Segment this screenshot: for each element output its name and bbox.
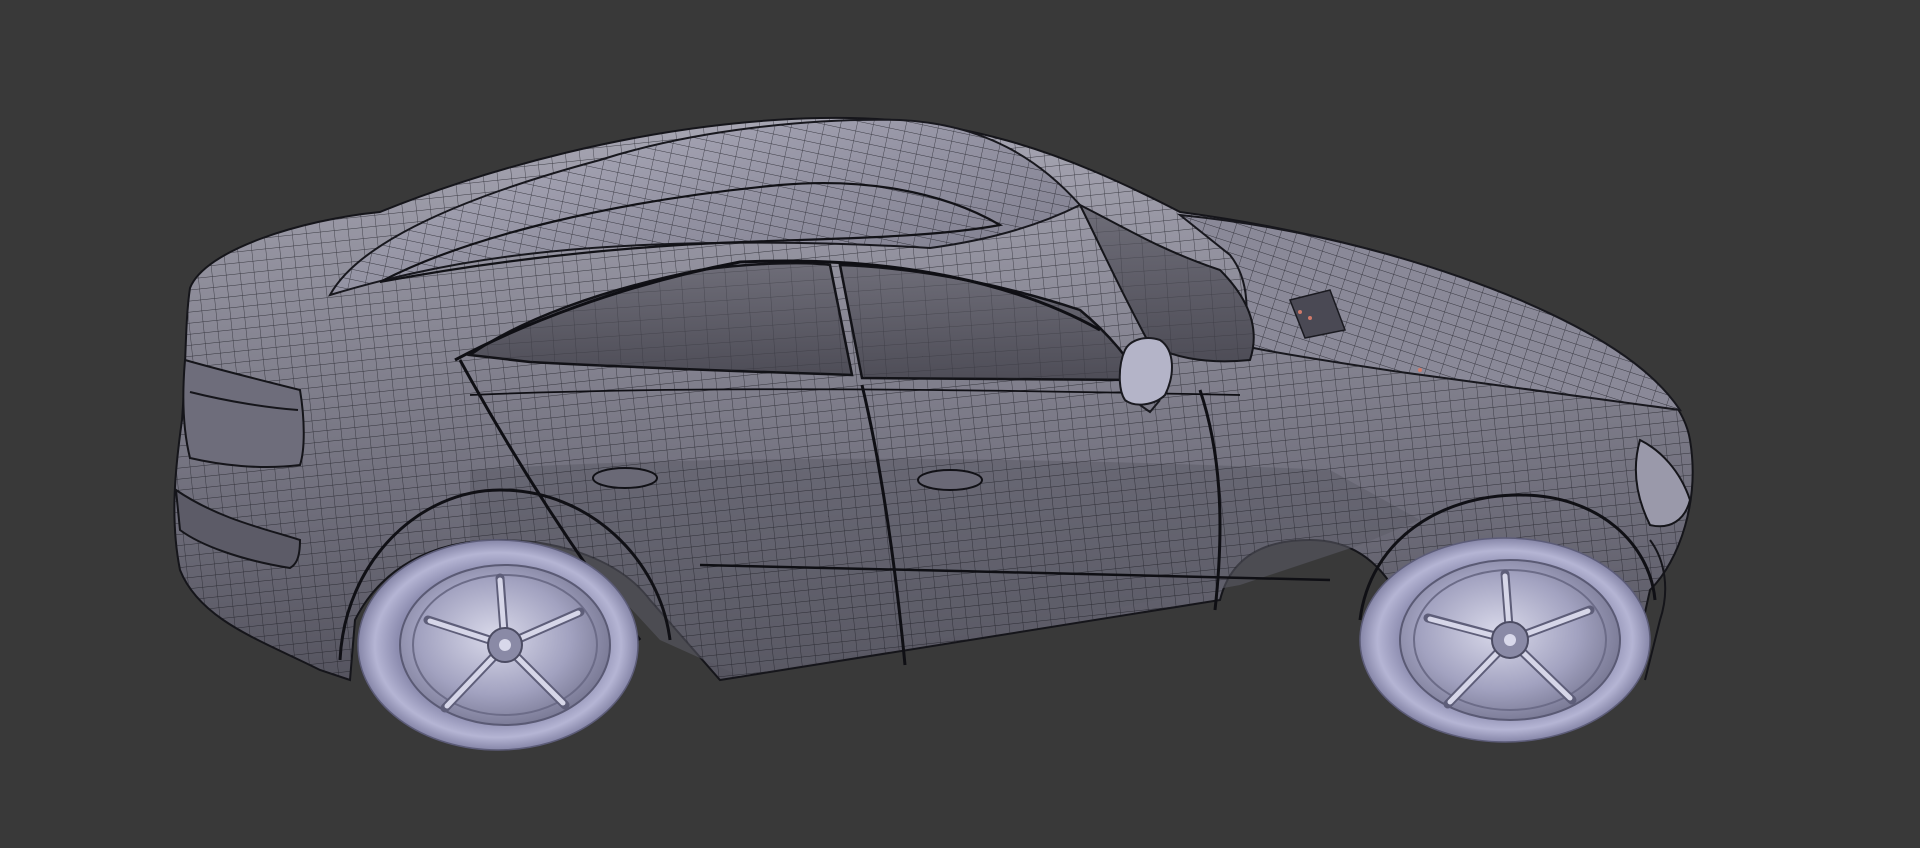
front-wheel xyxy=(1359,537,1651,743)
3d-viewport[interactable] xyxy=(0,0,1920,848)
rear-wheel xyxy=(357,539,639,751)
car-model-render xyxy=(173,116,1694,751)
